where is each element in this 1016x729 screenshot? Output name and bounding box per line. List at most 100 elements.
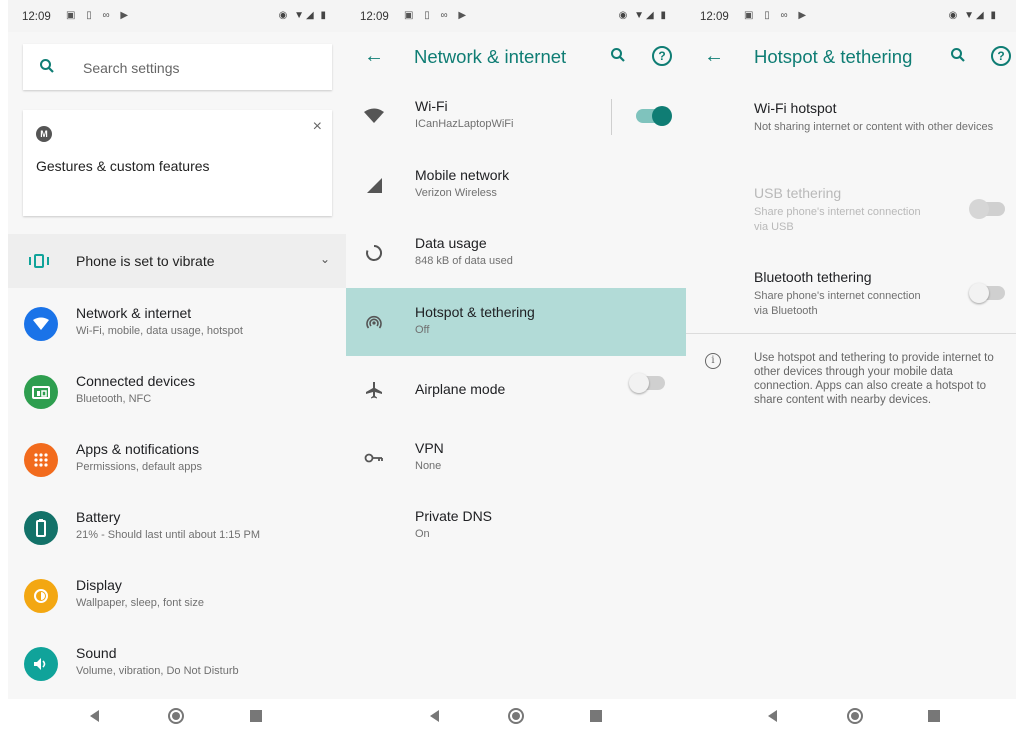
item-subtitle: 21% - Should last until about 1:15 PM <box>76 529 261 541</box>
page-title: Network & internet <box>414 46 567 67</box>
hotspot-panel: 12:09 ▣ ▯ ∞ ▶ ◉ ▼◢ ▮ ← Hotspot & tetheri… <box>686 0 1016 729</box>
close-icon[interactable]: × <box>313 118 322 136</box>
network-item-mobile[interactable]: Mobile network Verizon Wireless <box>346 151 686 219</box>
item-subtitle: Bluetooth, NFC <box>76 393 152 405</box>
hotspot-icon <box>360 308 388 336</box>
item-subtitle: Permissions, default apps <box>76 461 202 473</box>
item-title: Hotspot & tethering <box>415 304 535 320</box>
item-subtitle: On <box>415 528 430 540</box>
back-nav-icon[interactable] <box>430 710 439 722</box>
item-subtitle: Wallpaper, sleep, font size <box>76 597 204 609</box>
devices-icon <box>24 375 58 409</box>
status-bar: 12:09 ▣ ▯ ∞ ▶ ◉ ▼◢ ▮ <box>686 0 1016 32</box>
brightness-icon <box>24 579 58 613</box>
status-time: 12:09 <box>360 11 389 23</box>
suggestion-card[interactable]: M × Gestures & custom features <box>23 110 332 216</box>
settings-panel: 12:09 ▣ ▯ ∞ ▶ ◉ ▼◢ ▮ Search settings M ×… <box>8 0 346 729</box>
status-time: 12:09 <box>700 11 729 23</box>
vibrate-icon <box>29 254 49 268</box>
hotspot-item-usb-tethering[interactable]: USB tethering Share phone's internet con… <box>686 183 1016 243</box>
motorola-logo-icon: M <box>36 126 52 142</box>
hotspot-item-bluetooth-tethering[interactable]: Bluetooth tethering Share phone's intern… <box>686 267 1016 327</box>
recents-nav-icon[interactable] <box>928 710 940 722</box>
airplane-mode-toggle[interactable] <box>629 373 665 393</box>
system-status-icons: ◉ ▼◢ ▮ <box>618 10 668 21</box>
app-bar: ← Network & internet ? <box>346 32 686 82</box>
item-title: Mobile network <box>415 167 510 183</box>
wifi-icon <box>360 102 388 130</box>
notification-icons: ▣ ▯ ∞ ▶ <box>66 10 133 21</box>
item-title: Wi-Fi hotspot <box>754 100 837 116</box>
navigation-bar <box>8 699 346 729</box>
bluetooth-tethering-toggle[interactable] <box>969 283 1005 303</box>
back-arrow-icon[interactable]: ← <box>704 45 724 68</box>
home-nav-icon[interactable] <box>847 708 863 724</box>
item-title: Data usage <box>415 235 487 251</box>
system-status-icons: ◉ ▼◢ ▮ <box>948 10 998 21</box>
network-item-wifi[interactable]: Wi-Fi ICanHazLaptopWiFi <box>346 82 686 150</box>
navigation-bar <box>686 699 1016 729</box>
battery-icon <box>24 511 58 545</box>
help-icon[interactable]: ? <box>652 46 672 66</box>
item-title: Network & internet <box>76 305 192 321</box>
recents-nav-icon[interactable] <box>250 710 262 722</box>
volume-icon <box>24 647 58 681</box>
item-title: Airplane mode <box>415 381 506 397</box>
item-subtitle: Share phone's internet connection via US… <box>754 206 921 233</box>
home-nav-icon[interactable] <box>508 708 524 724</box>
network-item-hotspot[interactable]: Hotspot & tethering Off <box>346 288 686 356</box>
network-item-private-dns[interactable]: Private DNS On <box>346 492 686 560</box>
suggestion-title: Gestures & custom features <box>36 158 210 174</box>
status-bar: 12:09 ▣ ▯ ∞ ▶ ◉ ▼◢ ▮ <box>8 0 346 32</box>
item-title: Battery <box>76 509 121 525</box>
home-nav-icon[interactable] <box>168 708 184 724</box>
page-title: Hotspot & tethering <box>754 46 913 67</box>
wifi-toggle[interactable] <box>636 106 672 126</box>
status-bar: 12:09 ▣ ▯ ∞ ▶ ◉ ▼◢ ▮ <box>346 0 686 32</box>
search-icon[interactable] <box>950 47 966 63</box>
signal-icon <box>360 171 388 199</box>
airplane-icon <box>360 376 388 404</box>
item-title: Private DNS <box>415 508 493 524</box>
apps-grid-icon <box>24 443 58 477</box>
item-subtitle: 848 kB of data used <box>415 255 513 267</box>
search-bar[interactable]: Search settings <box>23 44 332 90</box>
network-item-vpn[interactable]: VPN None <box>346 424 686 492</box>
item-subtitle: None <box>415 460 442 472</box>
system-status-icons: ◉ ▼◢ ▮ <box>278 10 328 21</box>
item-title: Connected devices <box>76 373 196 389</box>
network-item-data-usage[interactable]: Data usage 848 kB of data used <box>346 219 686 287</box>
help-icon[interactable]: ? <box>991 46 1011 66</box>
item-title: USB tethering <box>754 185 842 201</box>
vibrate-condition-row[interactable]: Phone is set to vibrate ⌄ <box>8 234 346 288</box>
item-title: Bluetooth tethering <box>754 269 872 285</box>
wifi-divider <box>611 99 612 135</box>
settings-item-apps[interactable]: Apps & notifications Permissions, defaul… <box>8 424 346 492</box>
back-nav-icon[interactable] <box>90 710 99 722</box>
item-subtitle: Volume, vibration, Do Not Disturb <box>76 665 239 677</box>
hotspot-item-wifi-hotspot[interactable]: Wi-Fi hotspot Not sharing internet or co… <box>686 98 1016 158</box>
item-subtitle: Not sharing internet or content with oth… <box>754 121 994 133</box>
back-arrow-icon[interactable]: ← <box>364 45 384 68</box>
settings-item-sound[interactable]: Sound Volume, vibration, Do Not Disturb <box>8 628 346 696</box>
back-nav-icon[interactable] <box>768 710 777 722</box>
chevron-down-icon[interactable]: ⌄ <box>320 252 330 266</box>
usb-tethering-toggle[interactable] <box>969 199 1005 219</box>
info-icon: i <box>705 353 721 369</box>
info-footer-text: Use hotspot and tethering to provide int… <box>754 352 994 406</box>
status-time: 12:09 <box>22 11 51 23</box>
settings-item-network[interactable]: Network & internet Wi-Fi, mobile, data u… <box>8 288 346 356</box>
recents-nav-icon[interactable] <box>590 710 602 722</box>
item-subtitle: ICanHazLaptopWiFi <box>415 118 514 130</box>
settings-item-battery[interactable]: Battery 21% - Should last until about 1:… <box>8 492 346 560</box>
item-title: Display <box>76 577 122 593</box>
item-subtitle: Verizon Wireless <box>415 187 497 199</box>
notification-icons: ▣ ▯ ∞ ▶ <box>744 10 811 21</box>
search-icon <box>40 59 54 73</box>
search-icon[interactable] <box>610 47 626 63</box>
wifi-icon <box>24 307 58 341</box>
settings-item-display[interactable]: Display Wallpaper, sleep, font size <box>8 560 346 628</box>
vibrate-label: Phone is set to vibrate <box>76 253 215 269</box>
item-title: Wi-Fi <box>415 98 448 114</box>
settings-item-connected-devices[interactable]: Connected devices Bluetooth, NFC <box>8 356 346 424</box>
